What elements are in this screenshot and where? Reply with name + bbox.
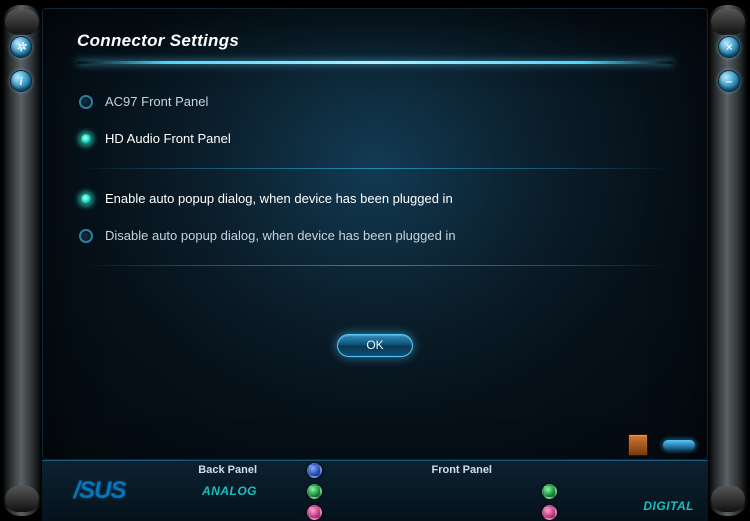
dialog-frame: Connector Settings AC97 Front Panel HD A… [42, 8, 708, 460]
analog-label[interactable]: ANALOG [167, 484, 257, 498]
radio-label: Enable auto popup dialog, when device ha… [105, 191, 453, 206]
device-advanced-button[interactable] [628, 434, 648, 456]
section-divider [77, 265, 673, 266]
front-panel-label: Front Panel [372, 464, 492, 476]
radio-icon [79, 229, 93, 243]
jack-back-blue[interactable] [307, 463, 322, 478]
settings-gear-icon[interactable]: ✲ [10, 36, 32, 58]
radio-hd-audio-front-panel[interactable]: HD Audio Front Panel [79, 131, 673, 146]
radio-disable-auto-popup[interactable]: Disable auto popup dialog, when device h… [79, 228, 673, 243]
digital-label[interactable]: DIGITAL [643, 499, 694, 513]
radio-label: AC97 Front Panel [105, 94, 208, 109]
jack-back-green[interactable] [307, 484, 322, 499]
jack-back-pink[interactable] [307, 505, 322, 520]
asus-logo: /SUS [42, 461, 157, 521]
section-divider [77, 168, 673, 169]
close-icon[interactable]: × [718, 36, 740, 58]
bottom-bar: /SUS Back Panel Front Panel ANALOG . [42, 460, 708, 521]
minimize-icon[interactable]: – [718, 70, 740, 92]
info-icon[interactable]: i [10, 70, 32, 92]
dialog-title: Connector Settings [77, 31, 673, 51]
radio-label: Disable auto popup dialog, when device h… [105, 228, 456, 243]
radio-label: HD Audio Front Panel [105, 131, 231, 146]
jack-front-green[interactable] [542, 484, 557, 499]
radio-icon [79, 95, 93, 109]
connector-panels: Back Panel Front Panel ANALOG . [157, 461, 708, 521]
radio-ac97-front-panel[interactable]: AC97 Front Panel [79, 94, 673, 109]
ok-button[interactable]: OK [337, 334, 413, 357]
radio-enable-auto-popup[interactable]: Enable auto popup dialog, when device ha… [79, 191, 673, 206]
back-panel-label: Back Panel [167, 464, 257, 476]
jack-front-pink[interactable] [542, 505, 557, 520]
title-divider [77, 61, 673, 64]
radio-icon [79, 192, 93, 206]
radio-icon [79, 132, 93, 146]
toggle-pill-button[interactable] [662, 439, 696, 451]
